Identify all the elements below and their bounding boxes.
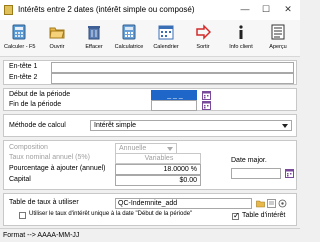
client-info-button[interactable]: Info client [226,22,256,54]
date-major-calendar-icon[interactable] [285,169,294,178]
method-label: Méthode de calcul [9,122,66,129]
calendar-label: Calendrier [153,44,179,50]
header2-input[interactable] [51,73,294,84]
info-icon [239,25,243,39]
rate-table-input[interactable]: QC-Indemnite_add [115,198,252,209]
date-major-label: Date major. [231,157,267,164]
rates-panel: Table de taux à utiliser QC-Indemnite_ad… [3,193,297,226]
exit-label: Sortir [196,44,210,50]
client-info-label: Info client [229,44,253,50]
calculator-icon [122,24,136,40]
method-select[interactable]: Intérêt simple [90,120,292,131]
calculate-button[interactable]: Calculer - F5 [4,22,36,54]
preview-icon [271,24,285,40]
calculator-icon [12,24,26,40]
capital-input[interactable]: $0.00 [115,175,201,186]
composition-label: Composition [9,144,48,151]
folder-open-icon[interactable] [256,199,265,208]
app-icon [4,5,13,15]
open-label: Ouvrir [49,44,65,50]
use-unique-rate-label: Utiliser le taux d'intérêt unique à la d… [29,211,193,217]
calendar-icon [158,25,174,40]
minimize-button[interactable]: — [238,3,252,15]
headers-panel: En-tête 1 En-tête 2 [3,60,297,85]
header2-label: En-tête 2 [9,74,38,81]
title-bar: Intérêts entre 2 dates (intérêt simple o… [0,0,300,20]
method-panel: Méthode de calcul Intérêt simple [3,114,297,137]
chevron-down-icon [167,147,173,151]
period-panel: Début de la période _ _ _ Fin de la péri… [3,88,297,111]
calculator-button[interactable]: Calculatrice [114,22,144,54]
calculate-label: Calculer - F5 [4,44,36,50]
header1-input[interactable] [51,62,294,73]
composition-select-value: Annuelle [119,145,147,152]
exit-arrow-icon [196,24,211,40]
status-bar: Format --> AAAA-MM-JJ [0,228,300,242]
end-date-input[interactable] [151,100,197,111]
edit-table-icon[interactable] [267,199,276,208]
chevron-down-icon [282,124,288,128]
header1-label: En-tête 1 [9,63,38,70]
capital-label: Capital [9,176,31,183]
table-interest-checkbox[interactable] [232,211,240,220]
end-date-label: Fin de la période [9,101,62,108]
percent-input[interactable]: 18.0000 % [115,164,201,175]
rate-table-label: Table de taux à utiliser [9,199,79,206]
calculator-label: Calculatrice [114,44,144,50]
folder-open-icon [49,27,65,39]
exit-button[interactable]: Sortir [188,22,218,54]
clear-label: Effacer [85,44,103,50]
preview-button[interactable]: Aperçu [263,22,293,54]
end-date-calendar-icon[interactable] [202,101,211,110]
percent-label: Pourcentage à ajouter (annuel) [9,165,106,172]
toolbar: Calculer - F5 Ouvrir Effacer Calculatric… [0,20,300,57]
clear-button[interactable]: Effacer [79,22,109,54]
start-date-label: Début de la période [9,91,71,98]
window-title: Intérêts entre 2 dates (intérêt simple o… [18,5,195,14]
table-settings-icon[interactable] [278,199,287,208]
trash-icon [88,26,100,40]
preview-label: Aperçu [269,44,287,50]
maximize-button[interactable]: ☐ [259,3,273,15]
nominal-rate-input: Variables [115,153,201,164]
calendar-button[interactable]: Calendrier [151,22,181,54]
open-button[interactable]: Ouvrir [42,22,72,54]
nominal-rate-label: Taux nominal annuel (5%) [9,154,90,161]
method-select-value: Intérêt simple [94,122,137,129]
use-unique-rate-checkbox[interactable] [19,212,26,219]
close-button[interactable]: ✕ [281,3,295,15]
start-date-calendar-icon[interactable] [202,91,211,100]
status-text: Format --> AAAA-MM-JJ [3,232,80,239]
parameters-panel: Composition Annuelle Taux nominal annuel… [3,140,297,190]
table-interest-label: Table d'intérêt [242,212,286,219]
app-window: Intérêts entre 2 dates (intérêt simple o… [0,0,300,242]
date-major-input[interactable] [231,168,281,179]
